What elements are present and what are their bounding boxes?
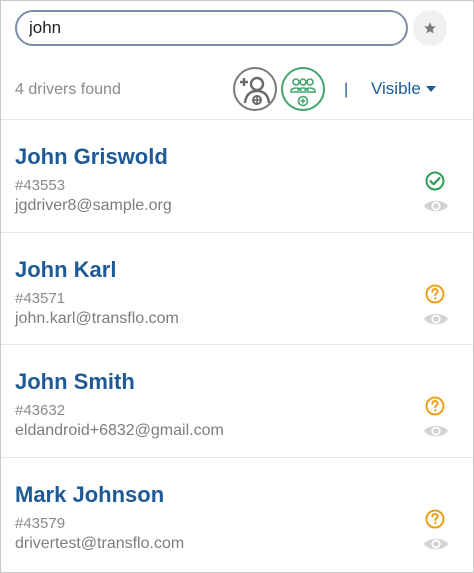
result-count: 4 drivers found — [15, 81, 121, 98]
add-group-button[interactable] — [281, 67, 325, 111]
toolbar-separator: | — [344, 81, 349, 98]
driver-email: drivertest@transflo.com — [15, 534, 185, 552]
question-circle-icon — [425, 509, 445, 529]
driver-email: john.karl@transflo.com — [15, 309, 179, 327]
driver-list-item[interactable]: Mark Johnson #43579 drivertest@transflo.… — [1, 458, 473, 570]
search-box[interactable] — [15, 10, 408, 46]
search-input[interactable] — [29, 17, 389, 39]
visibility-eye-icon[interactable] — [423, 198, 449, 214]
question-circle-icon — [425, 284, 445, 304]
driver-name: John Smith — [15, 369, 135, 394]
star-icon — [424, 22, 436, 34]
add-group-icon — [290, 78, 316, 107]
question-circle-icon — [425, 396, 445, 416]
driver-list-item[interactable]: John Smith #43632 eldandroid+6832@gmail.… — [1, 345, 473, 457]
driver-id: #43553 — [15, 177, 66, 194]
driver-search-panel: 4 drivers found — [0, 0, 474, 573]
visibility-filter-label: Visible — [371, 79, 421, 98]
favorite-button[interactable] — [413, 10, 447, 46]
driver-id: #43571 — [15, 289, 66, 307]
driver-name: John Griswold — [15, 144, 168, 169]
driver-list-item[interactable]: John Griswold #43553 jgdriver8@sample.or… — [1, 120, 473, 232]
visibility-filter-dropdown[interactable]: Visible — [371, 79, 436, 99]
driver-email: jgdriver8@sample.org — [15, 197, 172, 214]
visibility-eye-icon[interactable] — [423, 536, 449, 552]
driver-email: eldandroid+6832@gmail.com — [15, 422, 224, 439]
driver-name: Mark Johnson — [15, 481, 165, 507]
driver-list-item[interactable]: John Karl #43571 john.karl@transflo.com — [1, 233, 473, 345]
add-driver-icon — [240, 76, 271, 105]
driver-id: #43579 — [15, 514, 66, 532]
caret-down-icon — [425, 86, 436, 92]
check-circle-icon — [425, 171, 445, 191]
results-toolbar: 4 drivers found | Visible — [1, 61, 473, 119]
visibility-eye-icon[interactable] — [423, 423, 449, 439]
driver-name: John Karl — [15, 256, 117, 282]
visibility-eye-icon[interactable] — [423, 311, 449, 327]
driver-id: #43632 — [15, 402, 66, 419]
add-driver-button[interactable] — [233, 67, 277, 111]
search-row — [1, 1, 473, 57]
